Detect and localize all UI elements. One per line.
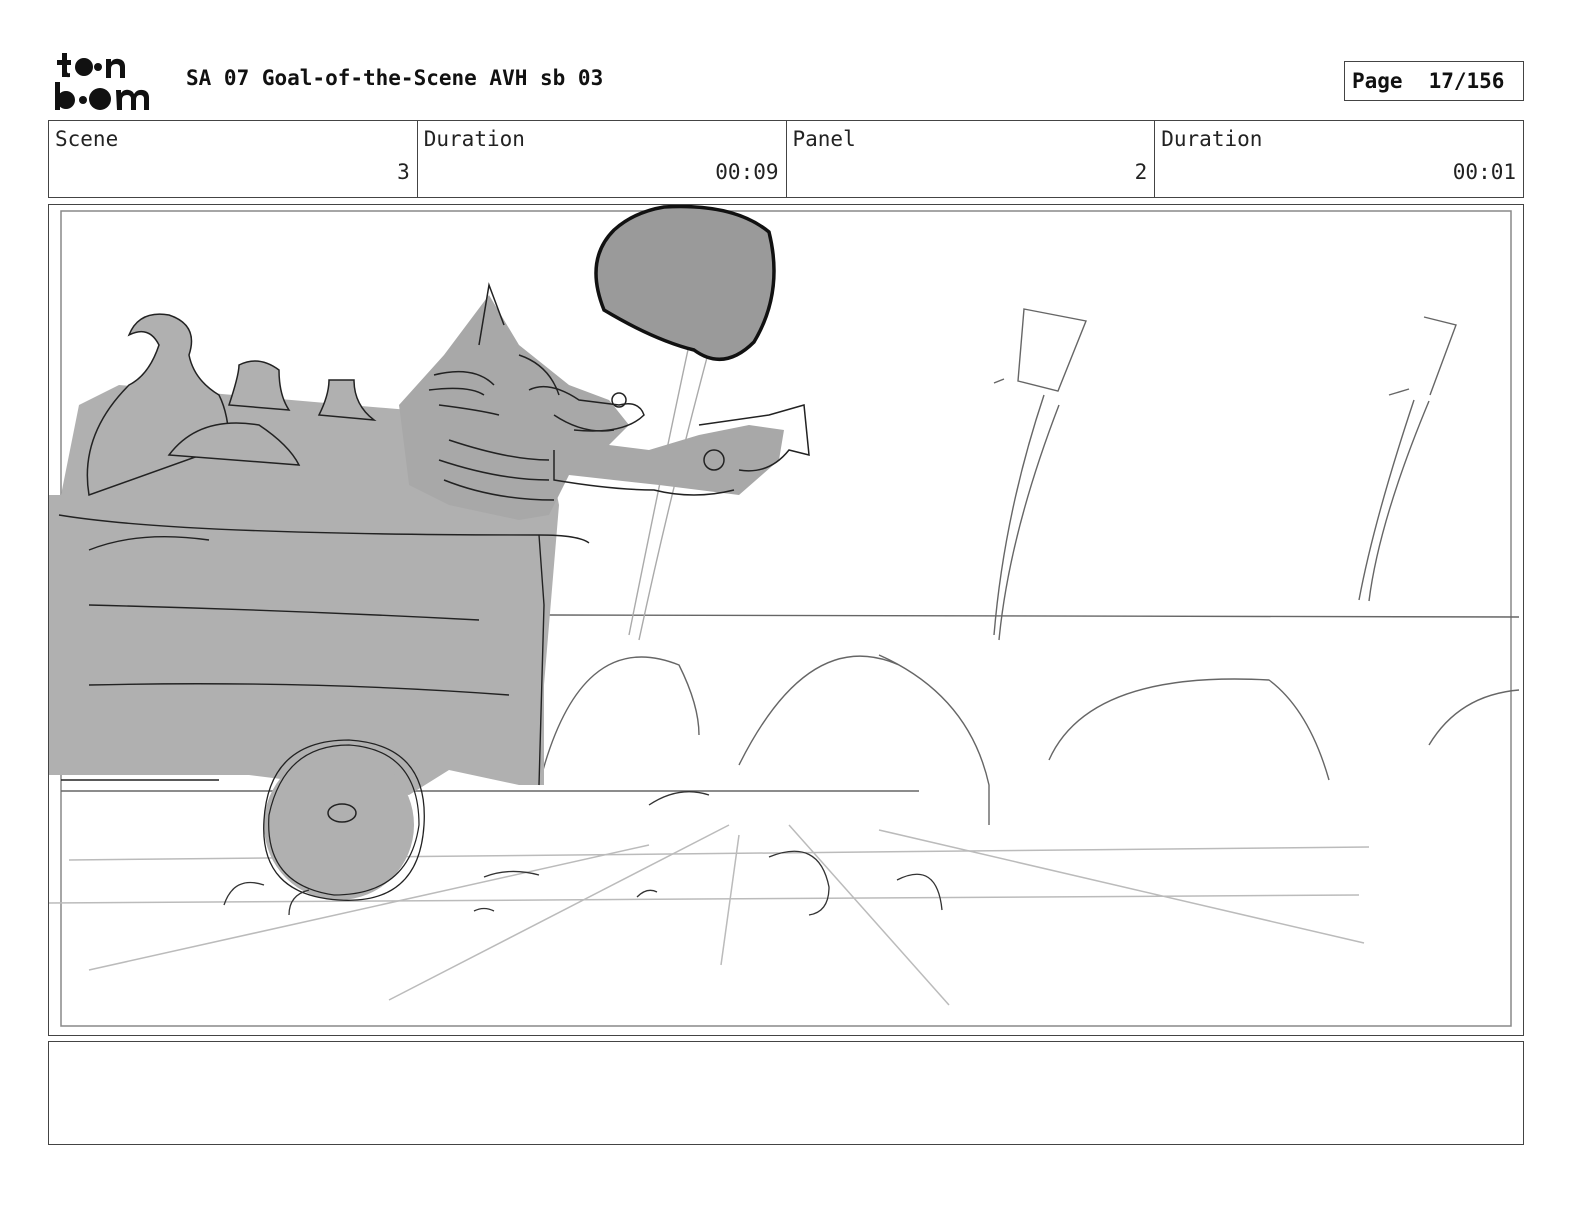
scene-value: 3 (397, 160, 410, 184)
page-label: Page (1352, 69, 1403, 93)
panel-label: Panel (792, 127, 856, 151)
storyboard-sketch (49, 205, 1520, 1027)
toon-boom-logo (55, 53, 149, 110)
speed-lines (49, 824, 1370, 1006)
scene-label: Scene (55, 127, 119, 151)
scene-cell: Scene 3 (49, 121, 418, 197)
scene-info-table: Scene 3 Duration 00:09 Panel 2 Duration … (48, 120, 1524, 198)
scene-duration-value: 00:09 (715, 160, 779, 184)
balloon (594, 205, 776, 362)
scene-duration-cell: Duration 00:09 (418, 121, 787, 197)
storyboard-panel (48, 204, 1524, 1036)
scene-duration-label: Duration (423, 127, 525, 151)
panel-value: 2 (1134, 160, 1148, 184)
panel-notes-box (48, 1041, 1524, 1145)
panel-duration-value: 00:01 (1452, 160, 1516, 184)
page-indicator: Page 17/156 (1344, 61, 1524, 101)
panel-duration-label: Duration (1161, 127, 1263, 151)
page-number: 17/156 (1428, 69, 1505, 93)
panel-cell: Panel 2 (787, 121, 1156, 197)
panel-duration-cell: Duration 00:01 (1155, 121, 1523, 197)
document-title: SA 07 Goal-of-the-Scene AVH sb 03 (186, 66, 604, 90)
